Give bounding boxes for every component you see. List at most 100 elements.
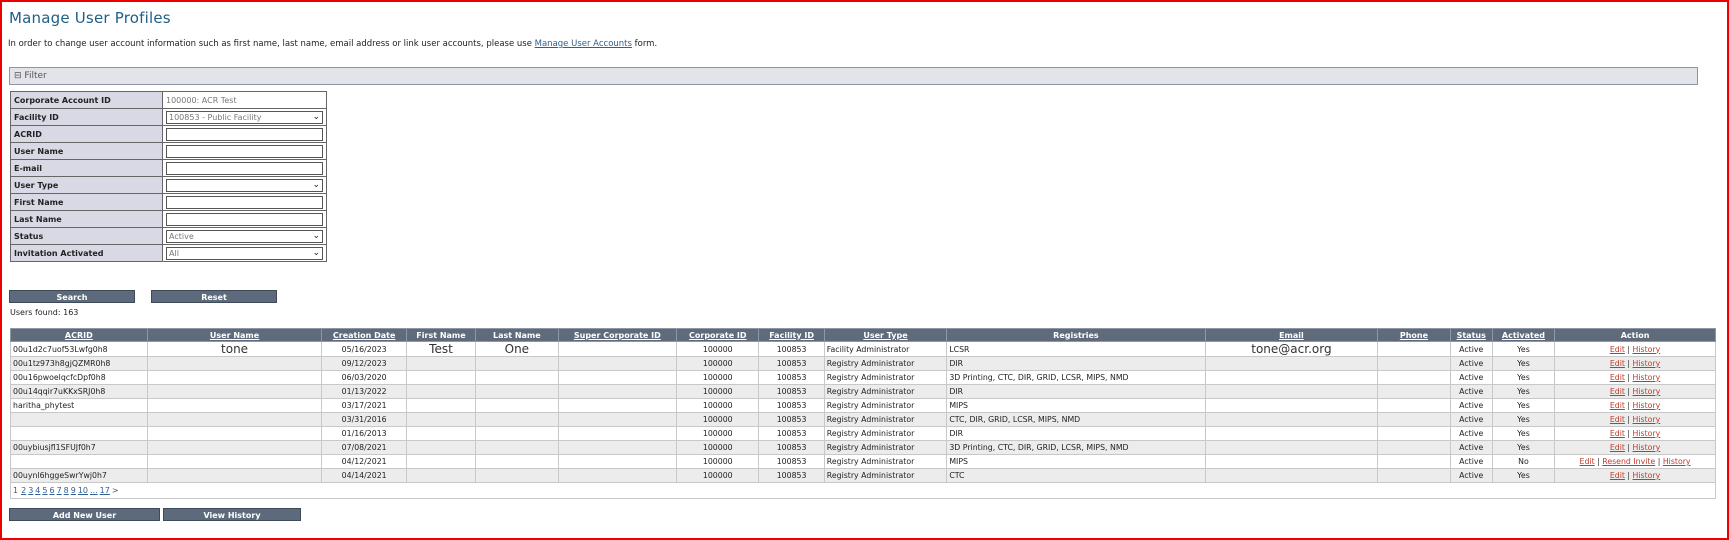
history-link[interactable]: History xyxy=(1633,401,1661,410)
column-header-super-corporate-id[interactable]: Super Corporate ID xyxy=(557,328,678,342)
page-link[interactable]: 8 xyxy=(64,486,69,495)
status-select[interactable]: Active ⌄ xyxy=(166,229,323,243)
resend-invite-link[interactable]: Resend Invite xyxy=(1602,457,1655,466)
cell-facility-id: 100853 xyxy=(758,370,825,385)
page-link[interactable]: 7 xyxy=(57,486,62,495)
column-header-corporate-id[interactable]: Corporate ID xyxy=(676,328,760,342)
page-link[interactable]: ... xyxy=(90,486,98,495)
cell-action: Edit | History xyxy=(1554,341,1716,357)
column-header-user-name[interactable]: User Name xyxy=(146,328,323,342)
cell-username: tone xyxy=(146,341,323,357)
action-separator: | xyxy=(1655,457,1663,466)
last-name-input[interactable] xyxy=(166,212,323,226)
history-link[interactable]: History xyxy=(1633,345,1661,354)
cell-acrid xyxy=(10,426,148,441)
cell-email xyxy=(1204,384,1379,399)
reset-button[interactable]: Reset xyxy=(151,290,277,303)
e-mail-input[interactable] xyxy=(166,161,323,175)
edit-link[interactable]: Edit xyxy=(1610,401,1625,410)
column-header-acrid[interactable]: ACRID xyxy=(10,328,148,342)
action-separator: | xyxy=(1624,471,1633,480)
history-link[interactable]: History xyxy=(1633,443,1661,452)
edit-link[interactable]: Edit xyxy=(1610,387,1625,396)
column-header-facility-id[interactable]: Facility ID xyxy=(758,328,825,342)
column-header-email[interactable]: Email xyxy=(1204,328,1379,342)
add-new-user-button[interactable]: Add New User xyxy=(9,508,160,521)
history-link[interactable]: History xyxy=(1633,373,1661,382)
history-link[interactable]: History xyxy=(1633,429,1661,438)
cell-action: Edit | History xyxy=(1554,426,1716,441)
filter-label-facility-id: Facility ID xyxy=(10,108,163,126)
column-header-creation-date[interactable]: Creation Date xyxy=(321,328,407,342)
table-row[interactable]: 03/31/2016 100000 100853 Registry Administr… xyxy=(10,412,1716,427)
cell-registries: 3D Printing, CTC, DIR, GRID, LCSR, MIPS,… xyxy=(946,440,1206,455)
next-page-icon[interactable]: > xyxy=(112,486,119,495)
table-row[interactable]: 00uynl6hggeSwrYwj0h7 04/14/2021 100000 1008… xyxy=(10,468,1716,483)
cell-phone xyxy=(1377,384,1451,399)
table-row[interactable]: 00u14qqir7uKKxSRJ0h8 01/13/2022 100000 1008… xyxy=(10,384,1716,399)
edit-link[interactable]: Edit xyxy=(1610,345,1625,354)
chevron-down-icon: ⌄ xyxy=(312,230,320,241)
column-header-status[interactable]: Status xyxy=(1449,328,1493,342)
page-link[interactable]: 17 xyxy=(100,486,110,495)
cell-facility-id: 100853 xyxy=(758,398,825,413)
edit-link[interactable]: Edit xyxy=(1610,415,1625,424)
page-link[interactable]: 9 xyxy=(71,486,76,495)
first-name-input[interactable] xyxy=(166,195,323,209)
edit-link[interactable]: Edit xyxy=(1610,359,1625,368)
cell-corporate-id: 100000 xyxy=(676,440,760,455)
invitation-activated-select[interactable]: All ⌄ xyxy=(166,246,323,260)
column-header-action: Action xyxy=(1554,328,1716,342)
collapse-icon[interactable]: ⊟ xyxy=(14,71,22,81)
manage-user-accounts-link[interactable]: Manage User Accounts xyxy=(535,39,632,49)
history-link[interactable]: History xyxy=(1633,387,1661,396)
history-link[interactable]: History xyxy=(1633,359,1661,368)
cell-action: Edit | History xyxy=(1554,412,1716,427)
edit-link[interactable]: Edit xyxy=(1610,373,1625,382)
table-row[interactable]: 00u1tz973h8gjQZMR0h8 09/12/2023 100000 1008… xyxy=(10,356,1716,371)
history-link[interactable]: History xyxy=(1633,471,1661,480)
page-link[interactable]: 3 xyxy=(28,486,33,495)
cell-super-corporate-id xyxy=(557,454,678,469)
column-header-phone[interactable]: Phone xyxy=(1377,328,1451,342)
cell-creation-date: 01/13/2022 xyxy=(321,384,407,399)
edit-link[interactable]: Edit xyxy=(1610,443,1625,452)
page-link[interactable]: 10 xyxy=(78,486,88,495)
cell-status: Active xyxy=(1449,412,1493,427)
cell-phone xyxy=(1377,426,1451,441)
facility-id-select[interactable]: 100853 - Public Facility ⌄ xyxy=(166,110,323,124)
cell-super-corporate-id xyxy=(557,412,678,427)
cell-username xyxy=(146,426,323,441)
page-link[interactable]: 5 xyxy=(42,486,47,495)
cell-activated: Yes xyxy=(1491,398,1556,413)
table-row[interactable]: 00u16pwoelqcfcDpf0h8 06/03/2020 100000 1008… xyxy=(10,370,1716,385)
history-link[interactable]: History xyxy=(1633,415,1661,424)
edit-link[interactable]: Edit xyxy=(1580,457,1595,466)
table-row[interactable]: haritha_phytest 03/17/2021 100000 100853 Reg… xyxy=(10,398,1716,413)
table-row[interactable]: 01/16/2013 100000 100853 Registry Administr… xyxy=(10,426,1716,441)
page-link[interactable]: 6 xyxy=(49,486,54,495)
page-link[interactable]: 2 xyxy=(21,486,26,495)
column-header-user-type[interactable]: User Type xyxy=(823,328,948,342)
view-history-button[interactable]: View History xyxy=(163,508,301,521)
page-link[interactable]: 4 xyxy=(35,486,40,495)
table-row[interactable]: 00uybiusjfl1SFUJf0h7 07/08/2021 100000 1008… xyxy=(10,440,1716,455)
cell-super-corporate-id xyxy=(557,370,678,385)
cell-facility-id: 100853 xyxy=(758,440,825,455)
history-link[interactable]: History xyxy=(1663,457,1691,466)
edit-link[interactable]: Edit xyxy=(1610,471,1625,480)
cell-username xyxy=(146,370,323,385)
cell-acrid: 00uynl6hggeSwrYwj0h7 xyxy=(10,468,148,483)
table-row[interactable]: 04/12/2021 100000 100853 Registry Administr… xyxy=(10,454,1716,469)
edit-link[interactable]: Edit xyxy=(1610,429,1625,438)
user-name-input[interactable] xyxy=(166,144,323,158)
filter-panel-header[interactable]: ⊟ Filter xyxy=(9,67,1698,85)
user-type-select[interactable]: ⌄ xyxy=(166,178,323,192)
acrid-input[interactable] xyxy=(166,127,323,141)
cell-last-name xyxy=(475,440,559,455)
cell-creation-date: 03/17/2021 xyxy=(321,398,407,413)
search-button[interactable]: Search xyxy=(9,290,135,303)
table-row[interactable]: 00u1d2c7uof53Lwfg0h8 tone 05/16/2023 Test On… xyxy=(10,341,1716,357)
column-header-activated[interactable]: Activated xyxy=(1491,328,1556,342)
action-separator: | xyxy=(1624,443,1633,452)
